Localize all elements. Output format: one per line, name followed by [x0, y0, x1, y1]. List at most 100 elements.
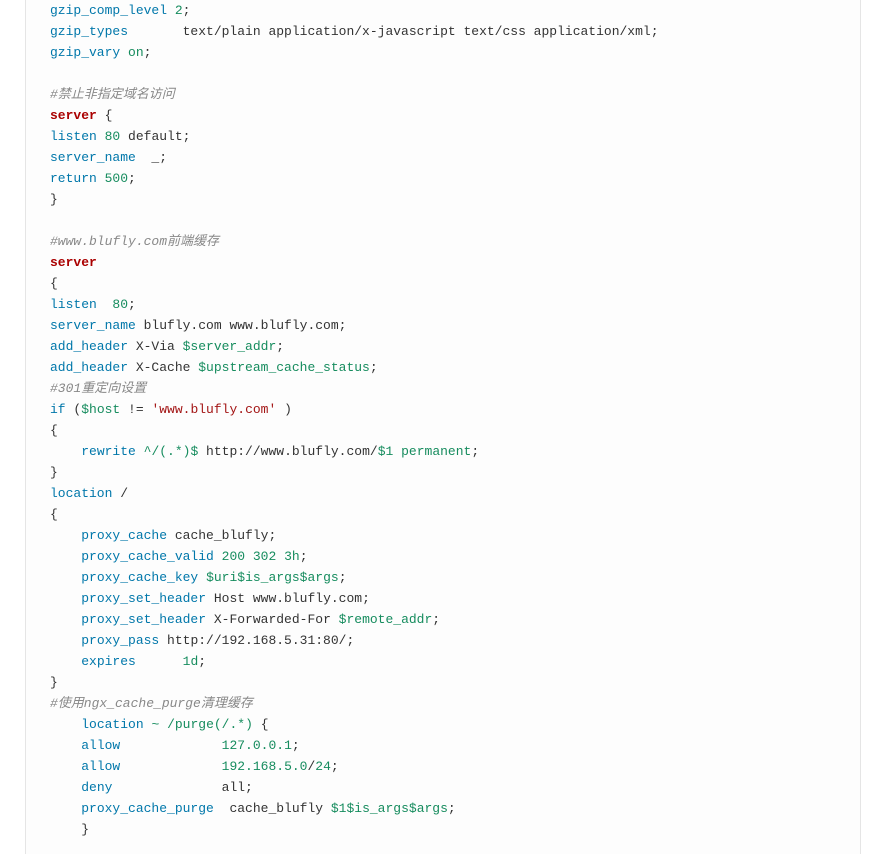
code-line: }: [50, 672, 860, 693]
token-text: ;: [183, 3, 191, 18]
code-line: expires 1d;: [50, 651, 860, 672]
code-line: proxy_set_header X-Forwarded-For $remote…: [50, 609, 860, 630]
code-line: proxy_set_header Host www.blufly.com;: [50, 588, 860, 609]
code-line: #www.blufly.com前端缓存: [50, 231, 860, 252]
token-kw: proxy_pass: [81, 633, 159, 648]
code-line: #禁止非指定域名访问: [50, 84, 860, 105]
token-text: ): [276, 402, 292, 417]
token-text: [50, 549, 81, 564]
token-var: $1: [378, 444, 394, 459]
token-text: all;: [112, 780, 252, 795]
token-text: text/plain application/x-javascript text…: [128, 24, 659, 39]
token-num: 2: [175, 3, 183, 18]
token-kw: expires: [81, 654, 136, 669]
token-var: $server_addr: [183, 339, 277, 354]
token-text: [159, 717, 167, 732]
token-regex: ^/(.*)$: [144, 444, 199, 459]
token-text: [276, 549, 284, 564]
token-text: [50, 444, 81, 459]
code-line: location /: [50, 483, 860, 504]
token-text: }: [50, 465, 58, 480]
token-text: X-Forwarded-For: [206, 612, 339, 627]
token-var: $uri$is_args$args: [206, 570, 339, 585]
token-num: 24: [315, 759, 331, 774]
token-text: [50, 612, 81, 627]
code-line: proxy_cache_purge cache_blufly $1$is_arg…: [50, 798, 860, 819]
token-comment: #使用ngx_cache_purge清理缓存: [50, 696, 253, 711]
code-line: rewrite ^/(.*)$ http://www.blufly.com/$1…: [50, 441, 860, 462]
token-kw-bold: server: [50, 255, 97, 270]
token-text: [214, 549, 222, 564]
code-line: gzip_vary on;: [50, 42, 860, 63]
code-line: }: [50, 462, 860, 483]
token-text: [50, 570, 81, 585]
code-line: }: [50, 189, 860, 210]
code-line: add_header X-Via $server_addr;: [50, 336, 860, 357]
token-kw: gzip_types: [50, 24, 128, 39]
token-text: http://www.blufly.com/: [198, 444, 377, 459]
token-kw: rewrite: [81, 444, 143, 459]
code-line: #301重定向设置: [50, 378, 860, 399]
code-line: server {: [50, 105, 860, 126]
code-line: deny all;: [50, 777, 860, 798]
token-text: ;: [471, 444, 479, 459]
code-line: add_header X-Cache $upstream_cache_statu…: [50, 357, 860, 378]
code-line: if ($host != 'www.blufly.com' ): [50, 399, 860, 420]
token-var: $remote_addr: [339, 612, 433, 627]
token-text: ;: [370, 360, 378, 375]
token-kw: gzip_vary: [50, 45, 120, 60]
code-line: server: [50, 252, 860, 273]
token-text: {: [50, 276, 58, 291]
token-text: [120, 738, 221, 753]
token-kw: add_header: [50, 360, 128, 375]
token-text: ;: [331, 759, 339, 774]
token-str: 'www.blufly.com': [151, 402, 276, 417]
token-text: http://192.168.5.31:80/;: [159, 633, 354, 648]
token-kw: server_name: [50, 318, 136, 333]
token-text: X-Cache: [128, 360, 198, 375]
token-num: 80: [105, 129, 121, 144]
code-line: #使用ngx_cache_purge清理缓存: [50, 693, 860, 714]
token-text: cache_blufly;: [167, 528, 276, 543]
code-block: gzip_comp_level 2;gzip_types text/plain …: [25, 0, 861, 854]
code-line: proxy_cache_valid 200 302 3h;: [50, 546, 860, 567]
token-kw: if: [50, 402, 66, 417]
token-var: $upstream_cache_status: [198, 360, 370, 375]
code-line: listen 80;: [50, 294, 860, 315]
token-text: [136, 654, 183, 669]
token-text: [120, 759, 221, 774]
token-text: [97, 129, 105, 144]
token-text: blufly.com www.blufly.com;: [136, 318, 347, 333]
code-line: {: [50, 504, 860, 525]
code-line: [50, 210, 860, 231]
token-text: [198, 570, 206, 585]
token-text: [167, 3, 175, 18]
token-kw-bold: server: [50, 108, 97, 123]
token-text: {: [50, 423, 58, 438]
token-text: [50, 654, 81, 669]
token-text: [50, 738, 81, 753]
token-kw: proxy_cache_valid: [81, 549, 214, 564]
token-kw: proxy_cache: [81, 528, 167, 543]
token-kw: proxy_cache_key: [81, 570, 198, 585]
code-line: {: [50, 273, 860, 294]
token-text: }: [50, 192, 58, 207]
code-line: proxy_pass http://192.168.5.31:80/;: [50, 630, 860, 651]
code-line: gzip_comp_level 2;: [50, 0, 860, 21]
token-kw: deny: [81, 780, 112, 795]
token-text: (: [66, 402, 82, 417]
token-text: {: [50, 507, 58, 522]
token-text: ;: [128, 297, 136, 312]
token-num: 127.0.0.1: [222, 738, 292, 753]
token-text: ;: [448, 801, 456, 816]
token-text: [50, 528, 81, 543]
token-text: ;: [432, 612, 440, 627]
token-text: [50, 717, 81, 732]
token-text: }: [50, 675, 58, 690]
token-kw: listen: [50, 129, 97, 144]
token-text: [50, 801, 81, 816]
token-num: 1d: [183, 654, 199, 669]
token-text: {: [253, 717, 269, 732]
token-text: [245, 549, 253, 564]
code-line: gzip_types text/plain application/x-java…: [50, 21, 860, 42]
